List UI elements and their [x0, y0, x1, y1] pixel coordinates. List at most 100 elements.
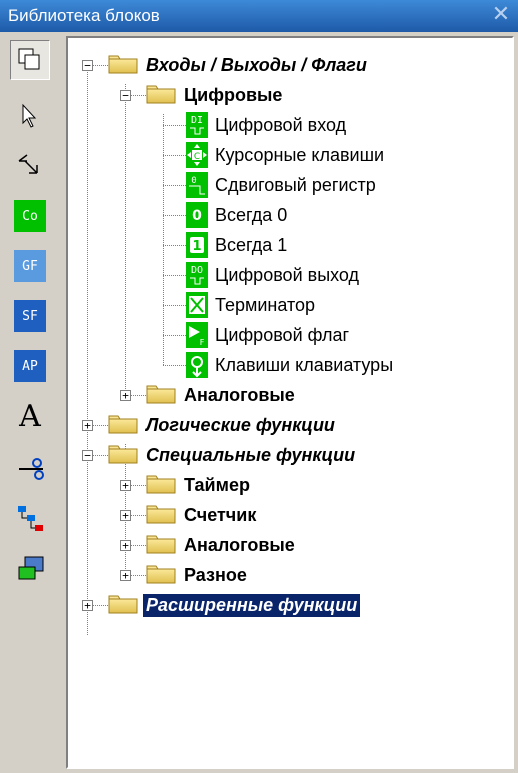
folder-icon	[108, 592, 143, 618]
special-expander[interactable]: −	[82, 450, 93, 461]
tree-connector	[163, 125, 186, 126]
tree-connector	[163, 185, 186, 186]
title-bar: Библиотека блоков ✕	[0, 0, 518, 32]
logic-expander[interactable]: +	[82, 420, 93, 431]
folder-icon	[146, 382, 181, 408]
digital-folder[interactable]: Цифровые	[146, 80, 285, 110]
folder-icon	[146, 82, 181, 108]
digital-flag-item-label: Цифровой флаг	[215, 324, 350, 345]
tree-connector	[163, 365, 186, 366]
folder-icon	[146, 502, 181, 528]
always-1-icon: 1	[186, 232, 208, 258]
digital-output-item-label: Цифровой выход	[215, 264, 360, 285]
io-flags-expander[interactable]: −	[82, 60, 93, 71]
logic-functions-folder-label: Логические функции	[146, 414, 335, 435]
tree-connector	[125, 84, 126, 395]
block-library-panel: Библиотека блоков ✕ Co GF SF AP A − Входы / В…	[0, 0, 518, 773]
block-tree[interactable]: − Входы / Выходы / Флаги − Цифровые DI Цифров…	[66, 36, 514, 769]
always-0-item[interactable]: 0 Всегда 0	[186, 200, 290, 230]
co-icon-label: Co	[14, 200, 46, 232]
folder-icon	[108, 442, 143, 468]
digital-flag-icon: F	[186, 322, 208, 348]
co-icon[interactable]: Co	[10, 196, 50, 236]
sf-icon-label: SF	[14, 300, 46, 332]
counter-folder-label: Счетчик	[184, 504, 257, 525]
advanced-functions-folder-label: Расширенные функции	[143, 593, 361, 617]
network-icon[interactable]	[10, 548, 50, 588]
keyboard-keys-item[interactable]: Клавиши клавиатуры	[186, 350, 396, 380]
special-functions-folder-label: Специальные функции	[146, 444, 356, 465]
tree-connector	[163, 114, 164, 365]
digital-folder-label: Цифровые	[184, 84, 283, 105]
digital-input-icon: DI	[186, 112, 208, 138]
io-flags-folder[interactable]: Входы / Выходы / Флаги	[108, 50, 370, 80]
terminator-icon	[186, 292, 208, 318]
digital-output-icon: DO	[186, 262, 208, 288]
tree-connector	[163, 275, 186, 276]
close-button[interactable]: ✕	[490, 4, 512, 26]
text-icon-label: A	[19, 398, 41, 434]
svg-text:F: F	[200, 338, 205, 347]
ap-icon[interactable]: AP	[10, 346, 50, 386]
shift-register-icon: 0	[186, 172, 208, 198]
advanced-expander[interactable]: +	[82, 600, 93, 611]
cursor-keys-item[interactable]: C Курсорные клавиши	[186, 140, 387, 170]
advanced-functions-folder[interactable]: Расширенные функции	[108, 590, 361, 620]
folder-icon	[108, 52, 143, 78]
special-functions-folder[interactable]: Специальные функции	[108, 440, 358, 470]
terminator-item[interactable]: Терминатор	[186, 290, 318, 320]
analog1-expander[interactable]: +	[120, 390, 131, 401]
counter-folder[interactable]: Счетчик	[146, 500, 259, 530]
folder-icon	[146, 532, 181, 558]
keyboard-keys-item-label: Клавиши клавиатуры	[215, 354, 394, 375]
tree-connector	[163, 155, 186, 156]
window-title: Библиотека блоков	[8, 6, 160, 25]
analog2-expander[interactable]: +	[120, 540, 131, 551]
always-0-item-label: Всегда 0	[215, 204, 288, 225]
svg-text:DI: DI	[191, 115, 203, 126]
sf-icon[interactable]: SF	[10, 296, 50, 336]
analog2-folder-label: Аналоговые	[184, 534, 295, 555]
digital-flag-item[interactable]: F Цифровой флаг	[186, 320, 352, 350]
io-flags-folder-label: Входы / Выходы / Флаги	[146, 54, 367, 75]
cut-icon[interactable]	[10, 448, 50, 488]
tree-connector	[163, 245, 186, 246]
tree-connector	[87, 65, 88, 635]
svg-text:1: 1	[192, 239, 201, 254]
tree-connector	[163, 305, 186, 306]
shift-register-item-label: Сдвиговый регистр	[215, 174, 376, 195]
always-1-item[interactable]: 1 Всегда 1	[186, 230, 290, 260]
gf-icon-label: GF	[14, 250, 46, 282]
digital-output-item[interactable]: DO Цифровой выход	[186, 260, 362, 290]
analog-folder[interactable]: Аналоговые	[146, 380, 298, 410]
svg-text:0: 0	[191, 176, 196, 186]
misc-folder-label: Разное	[184, 564, 247, 585]
timer-folder-label: Таймер	[184, 474, 250, 495]
tree-icon[interactable]	[10, 498, 50, 538]
misc-expander[interactable]: +	[120, 570, 131, 581]
connector-icon[interactable]	[10, 146, 50, 186]
digital-input-item[interactable]: DI Цифровой вход	[186, 110, 349, 140]
analog-folder-label: Аналоговые	[184, 384, 295, 405]
digital-expander[interactable]: −	[120, 90, 131, 101]
text-icon[interactable]: A	[10, 396, 50, 436]
gf-icon[interactable]: GF	[10, 246, 50, 286]
folder-icon	[146, 472, 181, 498]
shift-register-item[interactable]: 0 Сдвиговый регистр	[186, 170, 379, 200]
counter-expander[interactable]: +	[120, 510, 131, 521]
ap-icon-label: AP	[14, 350, 46, 382]
svg-text:DO: DO	[191, 265, 203, 276]
svg-text:C: C	[194, 152, 200, 162]
misc-folder[interactable]: Разное	[146, 560, 250, 590]
cursor-keys-icon: C	[186, 142, 208, 168]
timer-expander[interactable]: +	[120, 480, 131, 491]
logic-functions-folder[interactable]: Логические функции	[108, 410, 338, 440]
tree-connector	[163, 215, 186, 216]
cursor-keys-item-label: Курсорные клавиши	[215, 144, 385, 165]
terminator-item-label: Терминатор	[215, 294, 316, 315]
always-1-item-label: Всегда 1	[215, 234, 288, 255]
pointer-icon[interactable]	[10, 96, 50, 136]
view-toggle-icon[interactable]	[10, 40, 50, 80]
analog2-folder[interactable]: Аналоговые	[146, 530, 298, 560]
timer-folder[interactable]: Таймер	[146, 470, 253, 500]
